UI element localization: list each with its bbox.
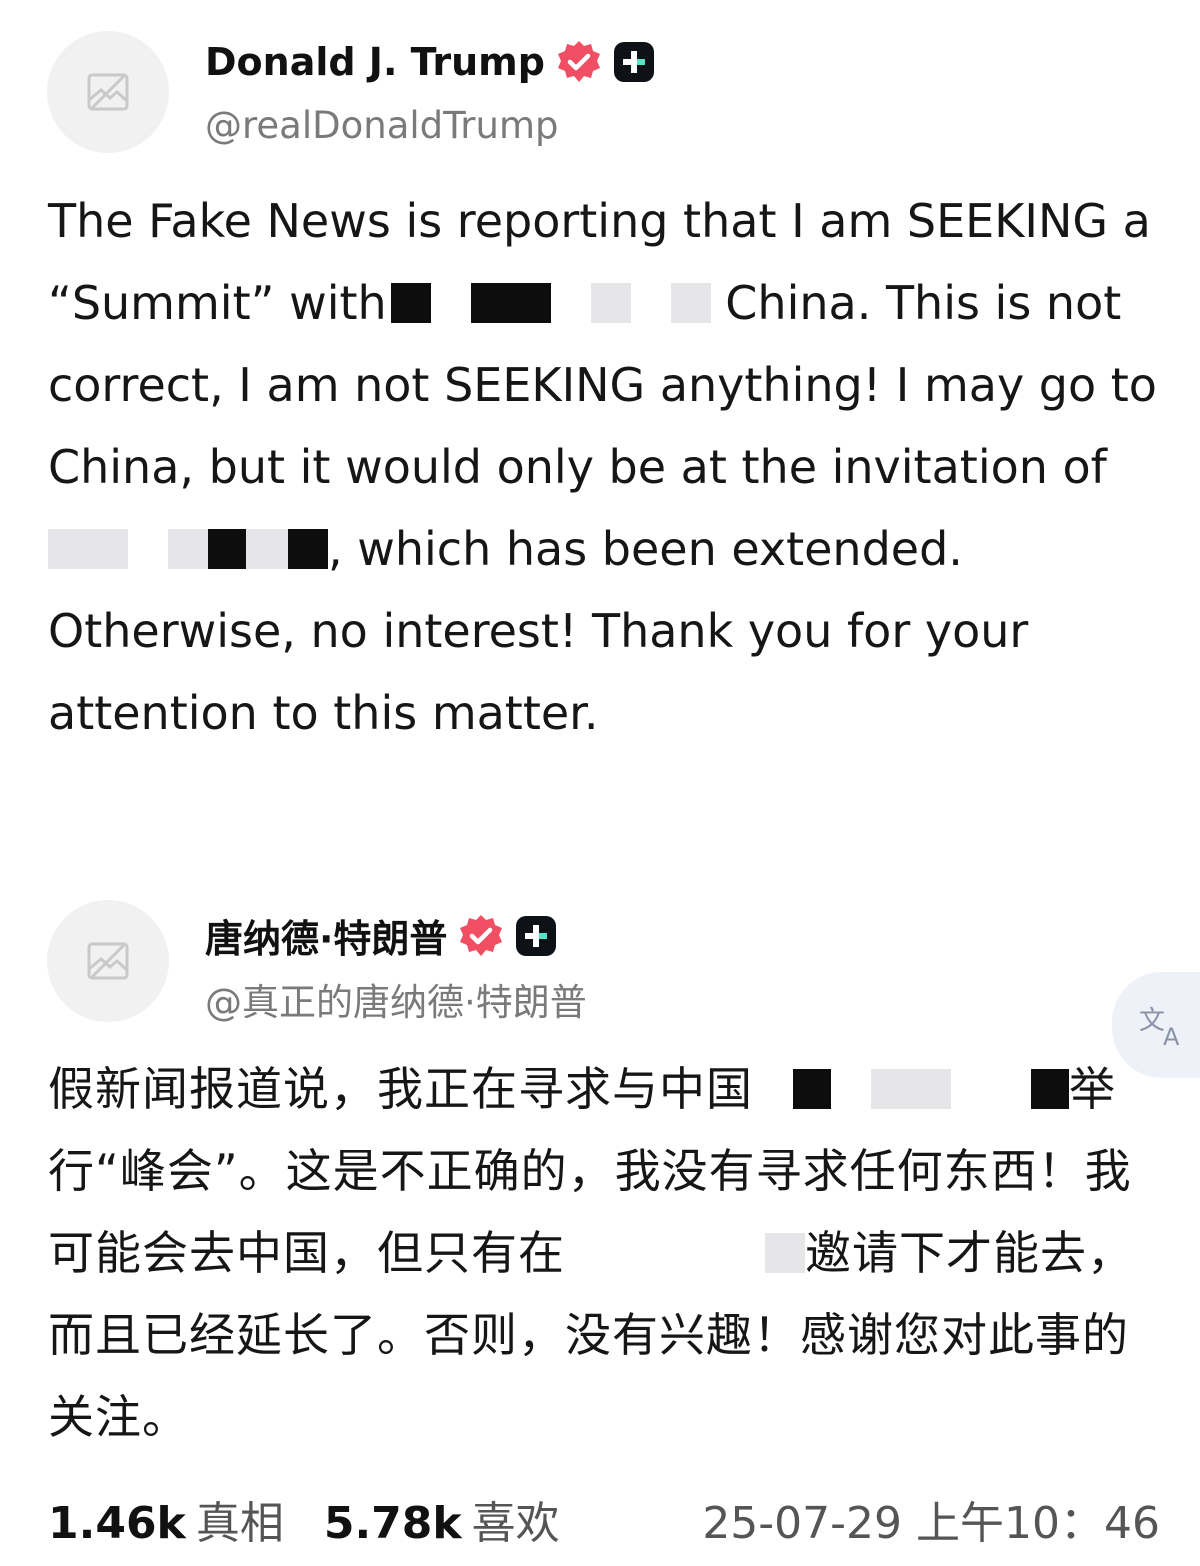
display-name[interactable]: 唐纳德·特朗普: [205, 908, 447, 963]
author-row: 唐纳德·特朗普: [205, 908, 557, 963]
redaction-block: [208, 529, 246, 569]
redaction-block: [765, 1233, 805, 1273]
plus-badge-icon: [516, 915, 557, 956]
redaction-block: [871, 1069, 951, 1109]
post-chinese: 唐纳德·特朗普 @真正的唐纳德·特朗普 文 A 假新闻报道说，我正在寻求与中国举…: [0, 880, 1200, 1566]
broken-image-icon: [87, 73, 129, 111]
verified-check-icon: [460, 914, 503, 956]
redaction-block: [288, 529, 328, 569]
truths-count[interactable]: 1.46k: [48, 1498, 186, 1549]
avatar[interactable]: [47, 31, 169, 153]
redaction-block: [1031, 1069, 1069, 1109]
redaction-block: [48, 529, 128, 569]
handle[interactable]: @真正的唐纳德·特朗普: [205, 972, 587, 1026]
plus-badge-icon: [613, 42, 654, 82]
avatar[interactable]: [47, 900, 169, 1022]
post-text-part-1: 假新闻报道说，我正在寻求与中国: [48, 1062, 753, 1116]
redaction-block: [390, 283, 431, 323]
post-body: 假新闻报道说，我正在寻求与中国 举行“峰会”。这是不正确的，我没有寻求任何东西！我…: [48, 1048, 1158, 1458]
svg-text:文: 文: [1139, 1006, 1165, 1036]
redaction-block: [168, 529, 208, 569]
redaction-block: [670, 283, 711, 323]
truths-label: 真相: [195, 1498, 284, 1549]
likes-label: 喜欢: [471, 1498, 560, 1549]
redaction-block: [470, 283, 551, 323]
post-stats: 1.46k 真相 5.78k 喜欢 25-07-29 上午10：46: [48, 1487, 1160, 1551]
verified-check-icon: [557, 41, 600, 82]
redaction-block: [590, 283, 631, 323]
post-timestamp: 25-07-29 上午10：46: [702, 1498, 1160, 1549]
broken-image-icon: [87, 942, 129, 980]
translate-icon: 文 A: [1139, 1006, 1180, 1047]
author-row: Donald J. Trump: [205, 38, 655, 86]
likes-count[interactable]: 5.78k: [324, 1498, 462, 1549]
post-body: The Fake News is reporting that I am SEE…: [48, 180, 1158, 754]
display-name[interactable]: Donald J. Trump: [205, 40, 545, 84]
redaction-block: [793, 1069, 831, 1109]
redaction-block: [246, 529, 288, 569]
post-english: Donald J. Trump @realDonaldTrump The Fak…: [0, 0, 1200, 850]
handle[interactable]: @realDonaldTrump: [205, 104, 559, 147]
svg-text:A: A: [1163, 1023, 1180, 1047]
